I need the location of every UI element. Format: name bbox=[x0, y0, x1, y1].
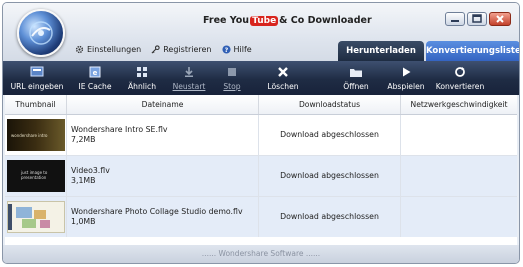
filename-cell: Wondershare Photo Collage Studio demo.fl… bbox=[67, 197, 259, 237]
thumbnail-cell: just image to presentation bbox=[5, 156, 67, 196]
restart-button[interactable]: Neustart bbox=[169, 65, 209, 93]
network-speed bbox=[401, 197, 517, 237]
network-speed bbox=[401, 156, 517, 196]
delete-button[interactable]: Löschen bbox=[261, 65, 305, 93]
menu-help[interactable]: ? Hilfe bbox=[221, 45, 252, 54]
similar-label: Ähnlich bbox=[127, 82, 157, 91]
video-thumbnail: just image to presentation bbox=[7, 160, 65, 192]
svg-text:?: ? bbox=[224, 47, 228, 54]
table-header: Thumbnail Dateiname Downloadstatus Netzw… bbox=[5, 95, 517, 115]
top-menu: Einstellungen Registrieren ? Hilfe bbox=[75, 45, 252, 54]
title-bar: Free You Tube & Co Downloader Einstellunge… bbox=[3, 3, 519, 61]
minimize-button[interactable] bbox=[445, 12, 465, 26]
download-table: Thumbnail Dateiname Downloadstatus Netzw… bbox=[5, 95, 517, 238]
file-size: 3,1MB bbox=[71, 176, 96, 185]
download-status: Download abgeschlossen bbox=[259, 156, 401, 196]
footer-credit: ...... Wondershare Software ...... bbox=[3, 245, 519, 263]
file-name: Video3.flv bbox=[71, 166, 110, 175]
ie-cache-button[interactable]: e IE Cache bbox=[75, 65, 115, 93]
close-button[interactable] bbox=[489, 12, 511, 26]
menu-register[interactable]: Registrieren bbox=[151, 45, 212, 54]
minimize-icon bbox=[451, 20, 459, 22]
restart-icon bbox=[185, 67, 193, 77]
app-logo bbox=[17, 9, 65, 57]
file-size: 1,0MB bbox=[71, 217, 96, 226]
table-row[interactable]: just image to presentation Video3.flv 3,1… bbox=[5, 156, 517, 197]
convert-icon bbox=[455, 67, 465, 77]
ie-cache-icon: e bbox=[89, 66, 101, 78]
file-name: Wondershare Photo Collage Studio demo.fl… bbox=[71, 207, 243, 216]
convert-label: Konvertieren bbox=[435, 82, 485, 91]
stop-button[interactable]: Stop bbox=[215, 65, 249, 93]
file-name: Wondershare Intro SE.flv bbox=[71, 125, 168, 134]
app-window: Free You Tube & Co Downloader Einstellunge… bbox=[2, 2, 520, 264]
column-header-filename[interactable]: Dateiname bbox=[67, 95, 259, 114]
key-icon bbox=[151, 45, 160, 54]
maximize-icon bbox=[472, 14, 482, 23]
similar-icon bbox=[137, 67, 147, 77]
svg-text:e: e bbox=[93, 69, 98, 77]
file-size: 7,2MB bbox=[71, 135, 96, 144]
download-status: Download abgeschlossen bbox=[259, 197, 401, 237]
play-icon bbox=[403, 67, 411, 77]
menu-help-label: Hilfe bbox=[233, 45, 252, 54]
filename-cell: Wondershare Intro SE.flv 7,2MB bbox=[67, 115, 259, 155]
column-header-speed[interactable]: Netzwerkgeschwindigkeit bbox=[401, 95, 517, 114]
play-button[interactable]: Abspielen bbox=[383, 65, 429, 93]
column-header-thumbnail[interactable]: Thumbnail bbox=[5, 95, 67, 114]
tab-conversion-list[interactable]: Konvertierungsliste bbox=[426, 41, 519, 61]
restart-label: Neustart bbox=[172, 82, 206, 91]
table-row[interactable]: wondershare intro Wondershare Intro SE.f… bbox=[5, 115, 517, 156]
folder-icon bbox=[350, 69, 362, 77]
column-header-status[interactable]: Downloadstatus bbox=[259, 95, 401, 114]
stop-label: Stop bbox=[223, 82, 241, 91]
menu-register-label: Registrieren bbox=[163, 45, 212, 54]
delete-label: Löschen bbox=[267, 82, 299, 91]
video-thumbnail bbox=[7, 201, 65, 233]
thumbnail-cell: wondershare intro bbox=[5, 115, 67, 155]
tab-download[interactable]: Herunterladen bbox=[338, 41, 424, 61]
url-icon bbox=[30, 66, 44, 77]
network-speed bbox=[401, 115, 517, 155]
ie-cache-label: IE Cache bbox=[78, 82, 112, 91]
toolbar: URL eingeben e IE Cache Ähnlich Neustart… bbox=[3, 61, 519, 95]
convert-button[interactable]: Konvertieren bbox=[433, 65, 487, 93]
menu-settings[interactable]: Einstellungen bbox=[75, 45, 141, 54]
close-icon bbox=[496, 15, 504, 23]
url-input-label: URL eingeben bbox=[10, 82, 64, 91]
filename-cell: Video3.flv 3,1MB bbox=[67, 156, 259, 196]
window-title: Free You Tube & Co Downloader bbox=[203, 15, 372, 26]
youtube-logo-badge: Tube bbox=[250, 16, 279, 26]
play-label: Abspielen bbox=[387, 82, 425, 91]
open-button[interactable]: Öffnen bbox=[337, 65, 375, 93]
gear-icon bbox=[75, 45, 84, 54]
stop-icon bbox=[228, 68, 236, 76]
help-icon: ? bbox=[221, 45, 231, 54]
download-status: Download abgeschlossen bbox=[259, 115, 401, 155]
delete-icon bbox=[278, 67, 288, 77]
maximize-button[interactable] bbox=[467, 12, 487, 26]
thumbnail-cell bbox=[5, 197, 67, 237]
window-controls bbox=[445, 12, 511, 26]
menu-settings-label: Einstellungen bbox=[87, 45, 142, 54]
table-row[interactable]: Wondershare Photo Collage Studio demo.fl… bbox=[5, 197, 517, 238]
url-input-button[interactable]: URL eingeben bbox=[9, 65, 65, 93]
video-thumbnail: wondershare intro bbox=[7, 119, 65, 151]
open-label: Öffnen bbox=[343, 82, 369, 91]
similar-button[interactable]: Ähnlich bbox=[123, 65, 161, 93]
